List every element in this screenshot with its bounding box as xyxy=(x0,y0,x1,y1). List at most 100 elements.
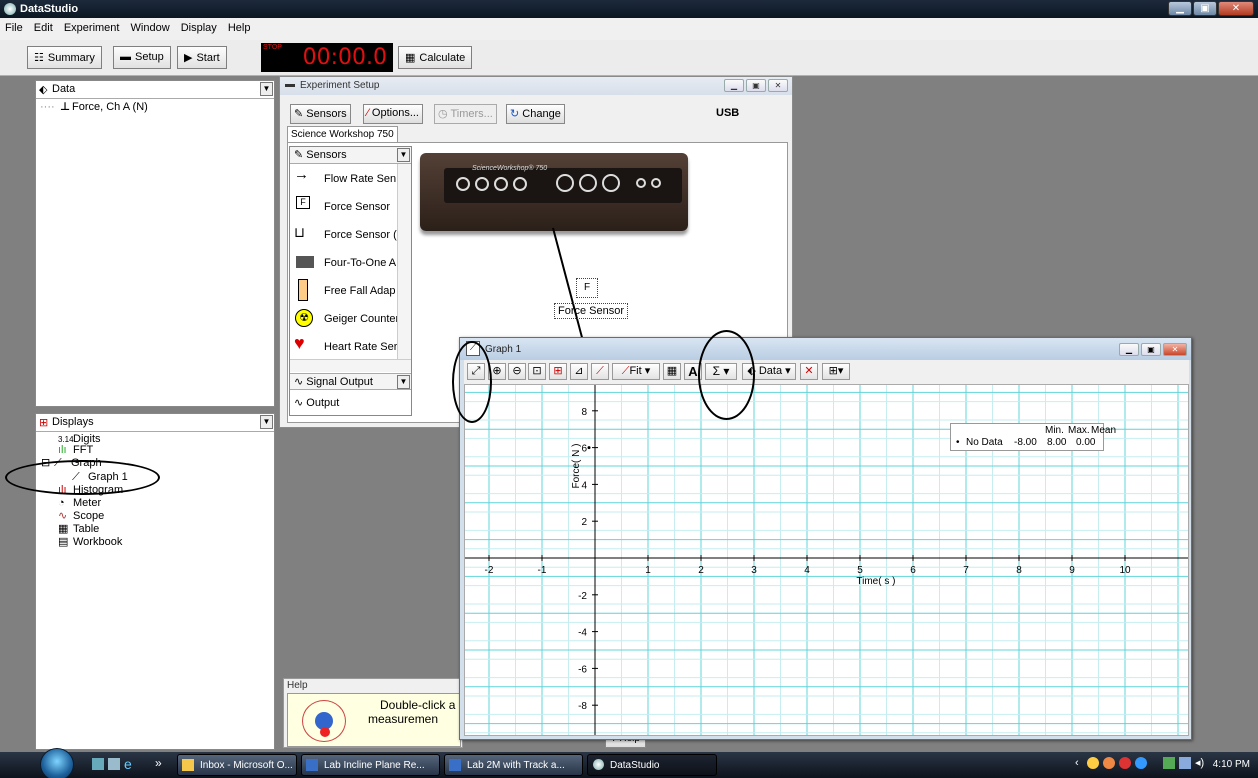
sensor-item-geiger-counter[interactable]: ☢ Geiger Counter xyxy=(290,304,399,332)
internet-explorer-icon[interactable]: e xyxy=(124,756,132,772)
sensor-item-force-sensor-2[interactable]: ⊔ Force Sensor ( xyxy=(290,220,397,248)
menu-help[interactable]: Help xyxy=(223,18,254,34)
free-fall-icon xyxy=(298,279,308,301)
graph-title: Graph 1 xyxy=(485,344,522,355)
analog-channel-b[interactable] xyxy=(579,174,597,192)
network-icon[interactable] xyxy=(1163,757,1175,769)
displays-pane-header[interactable]: ⊞ Displays ▼ xyxy=(36,414,274,432)
adapter-icon xyxy=(296,256,314,268)
output-port-2 xyxy=(651,178,661,188)
stat-row-label: No Data xyxy=(966,437,1003,448)
tray-icon-2[interactable] xyxy=(1103,757,1115,769)
maximize-button[interactable]: ▣ xyxy=(1193,1,1217,16)
display-item-meter[interactable]: ◔ Meter xyxy=(36,498,274,511)
sensor-item-force-sensor[interactable]: F Force Sensor xyxy=(290,192,395,220)
output-item[interactable]: ∿ Output xyxy=(294,396,339,409)
force-sensor-icon[interactable]: F xyxy=(576,278,598,298)
display-item-digits[interactable]: 3.14 Digits xyxy=(36,434,274,445)
close-button[interactable]: ✕ xyxy=(768,79,788,92)
data-item-force[interactable]: ···· ⊥ Force, Ch A (N) xyxy=(36,102,274,113)
setup-button[interactable]: ▬ Setup xyxy=(113,46,171,69)
experiment-setup-titlebar[interactable]: ▬ Experiment Setup ▁ ▣ ✕ xyxy=(280,77,792,95)
sensor-item-flow-rate[interactable]: → Flow Rate Sen xyxy=(290,164,396,192)
settings-dropdown[interactable]: ⊞▾ xyxy=(822,363,850,380)
menu-window[interactable]: Window xyxy=(126,18,173,34)
minimize-button[interactable]: ▁ xyxy=(1168,1,1192,16)
menu-experiment[interactable]: Experiment xyxy=(59,18,123,34)
window-titlebar: DataStudio ▁ ▣ ✕ xyxy=(0,0,1258,18)
graph-window: ⟋ Graph 1 ▁ ▣ ✕ ⤢ ⊕ ⊖ ⊡ ⊞ ⊿ ⟋ ⟋Fit ▾ ▦ A… xyxy=(459,337,1192,740)
sensor-list-scrollbar[interactable] xyxy=(397,164,411,359)
switch-windows-icon[interactable] xyxy=(108,758,120,770)
sensors-button[interactable]: ✎ Sensors xyxy=(290,104,351,124)
data-pane-header[interactable]: ⬖ Data ▼ xyxy=(36,81,274,99)
taskbar-item-lab-2m[interactable]: Lab 2M with Track a... xyxy=(444,754,583,776)
sensor-category-dropdown[interactable]: ✎ Sensors ▼ xyxy=(290,147,411,164)
tray-expand-icon[interactable]: ‹ xyxy=(1075,757,1079,769)
sensor-list-hscrollbar[interactable] xyxy=(290,359,411,372)
connected-sensor-label[interactable]: Force Sensor xyxy=(554,303,629,319)
play-icon: ▶ xyxy=(184,52,193,64)
start-button[interactable] xyxy=(40,748,74,778)
analog-channel-a[interactable] xyxy=(556,174,574,192)
display-item-workbook[interactable]: ▤ Workbook xyxy=(36,537,274,550)
sensor-item-free-fall[interactable]: Free Fall Adap xyxy=(290,276,396,304)
line-tool-icon[interactable]: ⟋ xyxy=(591,363,609,380)
window-title: DataStudio xyxy=(20,3,79,15)
zoom-select-icon[interactable]: ⊡ xyxy=(528,363,546,380)
x-tick-label: 1 xyxy=(645,565,651,576)
delete-icon[interactable]: ✕ xyxy=(800,363,818,380)
minimize-button[interactable]: ▁ xyxy=(724,79,744,92)
slope-tool-icon[interactable]: ⊿ xyxy=(570,363,588,380)
menu-display[interactable]: Display xyxy=(176,18,220,34)
display-item-table[interactable]: ▦ Table xyxy=(36,524,274,537)
menu-file[interactable]: File xyxy=(0,18,26,34)
fit-dropdown[interactable]: ⟋Fit ▾ xyxy=(612,363,660,380)
taskbar-item-lab-incline[interactable]: Lab Incline Plane Re... xyxy=(301,754,440,776)
show-desktop-icon[interactable] xyxy=(92,758,104,770)
displays-pane-dropdown[interactable]: ▼ xyxy=(260,415,273,429)
change-button[interactable]: ↻ Change xyxy=(506,104,565,124)
tray-icon-4[interactable] xyxy=(1135,757,1147,769)
quick-launch-overflow-icon[interactable]: » xyxy=(155,756,162,770)
analog-channel-c[interactable] xyxy=(602,174,620,192)
close-button[interactable]: ✕ xyxy=(1218,1,1254,16)
security-alert-icon[interactable] xyxy=(1119,757,1131,769)
zoom-out-icon[interactable]: ⊖ xyxy=(508,363,526,380)
annotation-ellipse-stats xyxy=(698,330,755,420)
signal-output-dropdown[interactable]: ∿ Signal Output ▼ xyxy=(290,373,411,390)
help-window: Help Double-click a measuremen xyxy=(283,678,463,748)
annotation-ellipse-scale xyxy=(452,341,492,423)
table-icon: ▦ xyxy=(58,523,69,535)
summary-button[interactable]: ☷ Summary xyxy=(27,46,102,69)
graph-settings-icon: ⊞ xyxy=(828,365,838,377)
sensor-item-heart-rate[interactable]: ♥ Heart Rate Ser xyxy=(290,332,397,360)
start-button[interactable]: ▶ Start xyxy=(177,46,227,69)
sensor-icon: ✎ xyxy=(294,108,304,120)
timers-button[interactable]: ◷ Timers... xyxy=(434,104,497,124)
x-axis-label: Time( s ) xyxy=(856,576,895,587)
device-icon[interactable] xyxy=(1179,757,1191,769)
tab-science-workshop[interactable]: Science Workshop 750 xyxy=(287,126,398,143)
display-item-scope[interactable]: ∿ Scope xyxy=(36,511,274,524)
options-button[interactable]: ⁄ Options... xyxy=(363,104,423,124)
volume-icon[interactable]: ◂) xyxy=(1195,756,1204,769)
calculator-icon[interactable]: ▦ xyxy=(663,363,681,380)
calculate-button[interactable]: ▦ Calculate xyxy=(398,46,473,69)
close-button[interactable]: ✕ xyxy=(1163,343,1187,356)
tray-icon-1[interactable] xyxy=(1087,757,1099,769)
restore-button[interactable]: ▣ xyxy=(1141,343,1161,356)
sensor-item-four-to-one[interactable]: Four-To-One A xyxy=(290,248,396,276)
minimize-button[interactable]: ▁ xyxy=(1119,343,1139,356)
graph-titlebar[interactable]: ⟋ Graph 1 ▁ ▣ ✕ xyxy=(460,338,1191,360)
taskbar-item-inbox[interactable]: Inbox - Microsoft O... xyxy=(177,754,297,776)
plot-area[interactable]: -2 -1 1 2 3 4 5 6 7 8 9 10 8 6 4 2 -2 -4 -6 -8 Time( s ) Forc… xyxy=(464,384,1189,736)
force-sensor-icon: ⊥ xyxy=(60,101,71,113)
restore-button[interactable]: ▣ xyxy=(746,79,766,92)
smart-tool-icon[interactable]: ⊞ xyxy=(549,363,567,380)
menu-edit[interactable]: Edit xyxy=(29,18,56,34)
x-tick-label: 7 xyxy=(963,565,969,576)
taskbar-item-datastudio[interactable]: DataStudio xyxy=(587,754,717,776)
timer-value: 00:00.0 xyxy=(302,45,387,70)
data-pane-dropdown[interactable]: ▼ xyxy=(260,82,273,96)
